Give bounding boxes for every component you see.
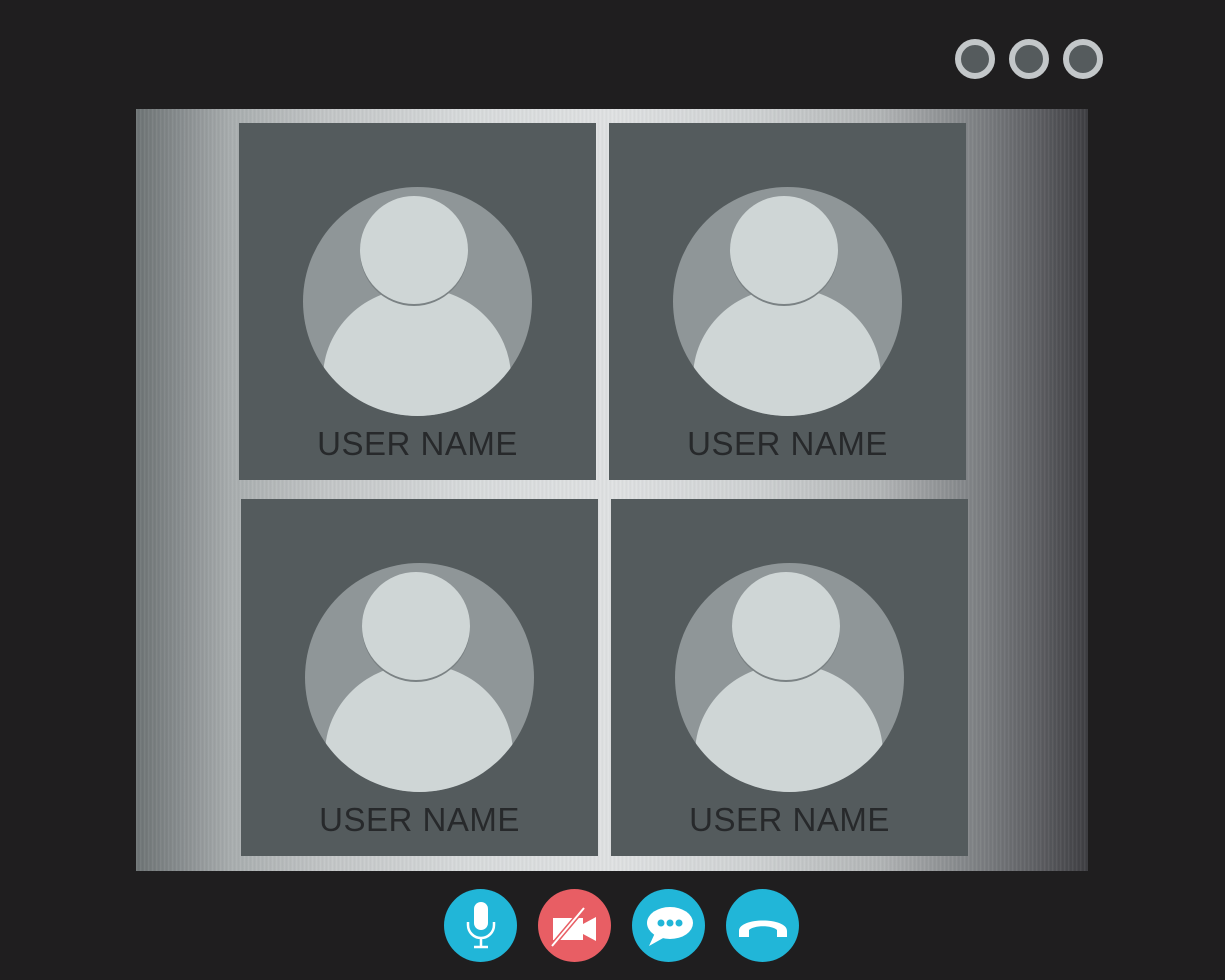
window-control-button[interactable] [1009, 39, 1049, 79]
participant-name: USER NAME [689, 801, 890, 838]
avatar-placeholder-icon [673, 187, 902, 416]
video-off-icon [549, 905, 596, 948]
participant-tile[interactable]: USER NAME [241, 499, 598, 856]
avatar-placeholder-icon [303, 187, 532, 416]
avatar-body [323, 288, 511, 416]
chat-bubble-icon [646, 906, 693, 946]
microphone-icon [466, 901, 495, 948]
avatar-head [730, 196, 838, 304]
avatar-placeholder-icon [305, 563, 534, 792]
participant-name: USER NAME [317, 425, 518, 462]
participant-tile[interactable]: USER NAME [609, 123, 966, 480]
avatar-head [360, 196, 468, 304]
participant-name: USER NAME [687, 425, 888, 462]
call-controls [444, 889, 799, 962]
avatar-body [695, 664, 883, 792]
avatar-placeholder-icon [675, 563, 904, 792]
participant-tile[interactable]: USER NAME [239, 123, 596, 480]
avatar-body [693, 288, 881, 416]
window-controls [955, 39, 1103, 79]
mute-button[interactable] [444, 889, 517, 962]
participant-tile[interactable]: USER NAME [611, 499, 968, 856]
avatar-body [325, 664, 513, 792]
participant-name: USER NAME [319, 801, 520, 838]
window-control-button[interactable] [1063, 39, 1103, 79]
avatar-head [732, 572, 840, 680]
chat-button[interactable] [632, 889, 705, 962]
camera-off-button[interactable] [538, 889, 611, 962]
hang-up-button[interactable] [726, 889, 799, 962]
video-grid: USER NAME USER NAME USER NAME USER NAME [136, 109, 1088, 871]
phone-hangup-icon [738, 920, 787, 937]
window-control-button[interactable] [955, 39, 995, 79]
avatar-head [362, 572, 470, 680]
video-call-window: USER NAME USER NAME USER NAME USER NAME [0, 0, 1225, 980]
